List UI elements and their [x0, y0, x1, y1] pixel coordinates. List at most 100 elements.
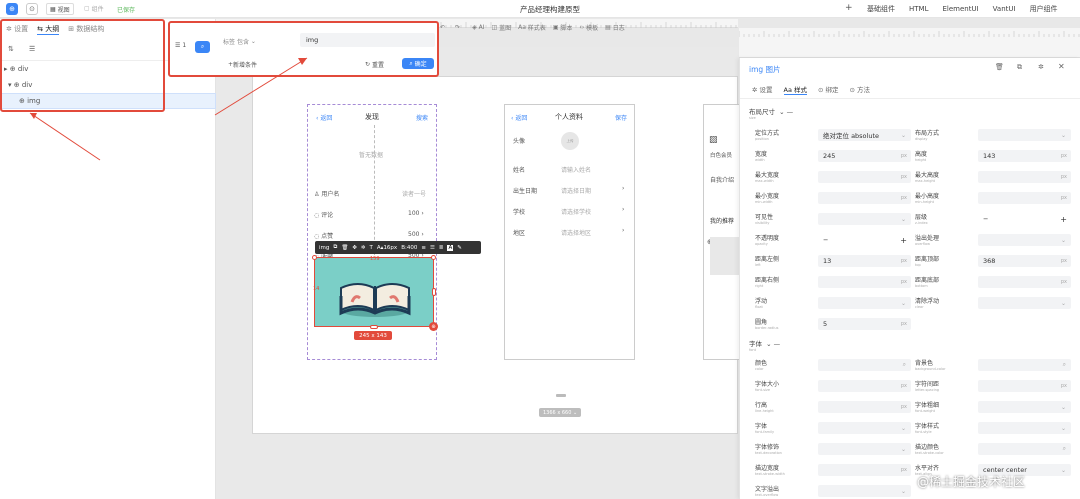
prop-input[interactable]: − + — [978, 213, 1071, 225]
birth-input[interactable]: 请选择日期 — [561, 186, 591, 195]
prop-input[interactable]: ⌕ — [978, 359, 1071, 371]
confirm-button[interactable]: ⌕ 确定 — [402, 58, 434, 69]
school-input[interactable]: 请选择学校 — [561, 207, 591, 216]
prop-input[interactable]: ⌄ — [818, 422, 911, 434]
tab-settings[interactable]: ✲ 设置 — [752, 84, 773, 94]
prop-label: 溢出处理 overflow — [915, 235, 940, 246]
prop-input[interactable]: px — [818, 276, 911, 288]
plus-icon[interactable]: + — [1060, 215, 1067, 224]
selected-img[interactable]: 159 14 ⊕ — [312, 255, 438, 331]
avatar[interactable]: 上传 — [561, 132, 579, 150]
settings-icon[interactable]: ✲ — [1038, 63, 1044, 71]
tab-html[interactable]: HTML — [902, 5, 935, 13]
minus-icon[interactable]: − — [983, 215, 988, 223]
tool-template[interactable]: ‹› 模板 — [579, 23, 598, 32]
add-icon[interactable]: + — [845, 3, 853, 13]
copy-icon[interactable]: ⧉ — [333, 244, 337, 251]
plus-icon[interactable]: + — [900, 236, 907, 245]
query-search-button[interactable]: ⌕ — [195, 41, 210, 53]
tool-script[interactable]: ▣ 脚本 — [553, 23, 573, 32]
text-icon[interactable]: T — [370, 245, 373, 251]
canvas-size-select[interactable]: 1366 x 660 ⌄ — [539, 408, 582, 417]
chevron-down-icon: ⌄ — [1060, 131, 1066, 139]
prop-input[interactable]: px — [818, 192, 911, 204]
property-panel: img 图片 🗑 ⧉ ✲ ✕ ✲ 设置 Aa 样式 ⊙ 绑定 ⊙ 方法 布局尺寸… — [739, 58, 1080, 499]
search-link[interactable]: 搜索 — [416, 113, 428, 122]
font-size-control[interactable]: A▴16px — [377, 245, 397, 251]
prop-input[interactable]: − + — [818, 234, 911, 246]
color-icon[interactable]: A — [447, 244, 454, 251]
tab-binding[interactable]: ⊙ 绑定 — [818, 84, 839, 94]
prop-label: 描边颜色 text-stroke-color — [915, 444, 944, 455]
prop-input[interactable]: 13 px — [818, 255, 911, 267]
close-icon[interactable]: ✕ — [1058, 62, 1065, 71]
tool-log[interactable]: ▤ 日志 — [605, 23, 625, 32]
resize-handle-tr[interactable] — [431, 255, 436, 260]
resize-handle-bottom[interactable] — [370, 325, 378, 329]
prop-input[interactable]: ⌄ — [978, 422, 1071, 434]
back-link[interactable]: ‹ 返回 — [511, 113, 527, 122]
prop-input[interactable]: ⌄ — [978, 297, 1071, 309]
prop-input[interactable]: px — [978, 192, 1071, 204]
field-select[interactable]: 标签 包含 ⌄ — [223, 37, 256, 46]
name-input[interactable]: 请输入姓名 — [561, 165, 591, 174]
back-link[interactable]: ‹ 返回 — [316, 113, 332, 122]
resize-handle-tl[interactable] — [312, 255, 317, 260]
resize-grip[interactable] — [556, 394, 566, 397]
font-weight-control[interactable]: B:400 — [401, 245, 417, 251]
reset-button[interactable]: ↻ 重置 — [365, 60, 384, 69]
tab-basic[interactable]: 基础组件 — [860, 4, 902, 14]
move-icon[interactable]: ✥ — [352, 245, 357, 251]
redo-icon[interactable]: ↷ — [455, 24, 460, 31]
prop-input[interactable]: ⌕ — [818, 359, 911, 371]
delete-icon[interactable]: 🗑 — [341, 245, 348, 251]
tab-elementui[interactable]: ElementUI — [935, 5, 985, 13]
tool-stylesheet[interactable]: Aa 样式表 — [518, 23, 546, 32]
prop-input[interactable]: ⌄ — [818, 485, 911, 497]
settings-icon[interactable]: ✲ — [361, 245, 366, 251]
prop-input[interactable]: px — [978, 276, 1071, 288]
settings-icon[interactable]: ⊙ — [26, 3, 38, 15]
undo-icon[interactable]: ↶ — [440, 24, 445, 31]
tab-user[interactable]: 用户组件 — [1023, 4, 1065, 14]
tool-blueprint[interactable]: ◫ 蓝图 — [491, 23, 511, 32]
home-icon[interactable]: ⊕ — [6, 3, 18, 15]
tab-vantui[interactable]: VantUI — [986, 5, 1023, 13]
tab-style[interactable]: Aa 样式 — [783, 84, 808, 95]
add-condition-button[interactable]: + 新增条件 — [228, 60, 257, 69]
prop-input[interactable]: px — [818, 401, 911, 413]
prop-input[interactable]: 143 px — [978, 150, 1071, 162]
bold-icon[interactable]: ≣ — [439, 245, 444, 251]
prop-input[interactable]: ⌄ — [978, 401, 1071, 413]
prop-input[interactable]: 368 px — [978, 255, 1071, 267]
prop-input[interactable]: px — [978, 171, 1071, 183]
prop-input[interactable]: 绝对定位 absolute ⌄ — [818, 129, 911, 141]
prop-input[interactable]: ⌕ — [978, 443, 1071, 455]
brush-icon[interactable]: ✎ — [457, 245, 462, 251]
align-icon[interactable]: ≡ — [421, 245, 426, 251]
prop-input[interactable]: px — [818, 380, 911, 392]
prop-input[interactable]: 245 px — [818, 150, 911, 162]
save-link[interactable]: 保存 — [615, 113, 627, 122]
prop-input[interactable]: ⌄ — [978, 129, 1071, 141]
lock-icon[interactable]: ⊕ — [429, 322, 438, 331]
region-input[interactable]: 请选择地区 — [561, 228, 591, 237]
prop-input[interactable]: px — [818, 171, 911, 183]
prop-input[interactable]: ⌄ — [818, 443, 911, 455]
query-input[interactable]: img — [300, 33, 435, 47]
prop-input[interactable]: px — [818, 464, 911, 476]
minus-icon[interactable]: − — [823, 236, 828, 244]
prop-input[interactable]: 5 px — [818, 318, 911, 330]
prop-input[interactable]: px — [978, 380, 1071, 392]
view-button[interactable]: ▦ 视图 — [46, 3, 74, 15]
tab-methods[interactable]: ⊙ 方法 — [850, 84, 871, 94]
prop-input[interactable]: ⌄ — [978, 234, 1071, 246]
list-icon[interactable]: ☰ — [430, 245, 435, 251]
copy-icon[interactable]: ⧉ — [1017, 63, 1022, 72]
delete-icon[interactable]: 🗑 — [995, 63, 1004, 71]
prop-input[interactable]: ⌄ — [818, 213, 911, 225]
resize-handle-right[interactable] — [432, 288, 436, 296]
tool-ai[interactable]: ◈ AI — [472, 24, 484, 31]
component-button[interactable]: ▢ 组件 — [84, 4, 104, 13]
prop-input[interactable]: ⌄ — [818, 297, 911, 309]
